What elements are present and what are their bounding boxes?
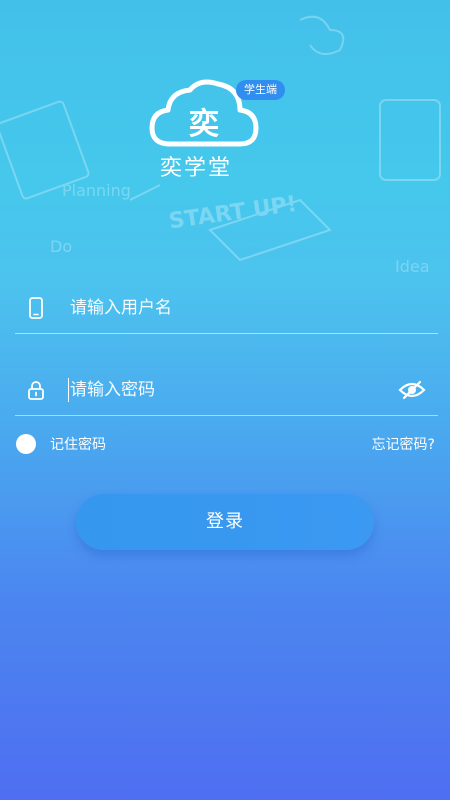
- text-cursor: [68, 378, 69, 402]
- logo-glyph: 奕: [189, 107, 219, 142]
- login-button[interactable]: 登录: [76, 494, 374, 550]
- sketch-text-do: Do: [50, 237, 72, 256]
- lock-icon: [28, 381, 44, 400]
- login-screen: Planning START UP! Do Idea 奕 学生端 奕学堂 请输入…: [0, 0, 450, 800]
- student-badge: 学生端: [236, 80, 285, 100]
- sketch-text-startup: START UP!: [167, 192, 298, 235]
- password-field: [15, 365, 438, 416]
- app-logo: 奕 学生端 奕学堂: [148, 78, 308, 188]
- password-input[interactable]: [70, 375, 380, 405]
- forgot-password-link[interactable]: 忘记密码?: [372, 434, 435, 454]
- app-name: 奕学堂: [160, 156, 233, 181]
- username-field: [15, 283, 438, 334]
- sketch-text-idea: Idea: [395, 257, 430, 276]
- sketch-text-planning: Planning: [62, 181, 131, 200]
- remember-label: 记住密码: [50, 437, 106, 453]
- eye-slash-icon[interactable]: [398, 379, 426, 401]
- remember-password-toggle[interactable]: 记住密码: [16, 432, 106, 456]
- phone-icon: [29, 297, 43, 319]
- username-input[interactable]: [70, 293, 380, 323]
- remember-radio[interactable]: [16, 434, 36, 454]
